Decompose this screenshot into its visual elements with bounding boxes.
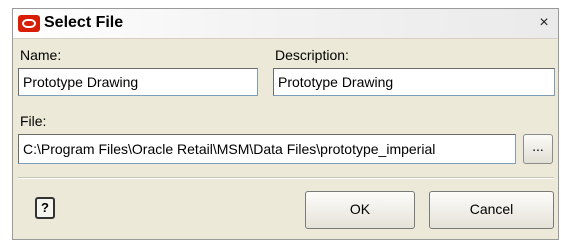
description-field[interactable]: Prototype Drawing: [273, 68, 555, 96]
file-label: File:: [20, 113, 47, 129]
dialog-title: Select File: [44, 14, 124, 31]
divider: [18, 177, 554, 179]
oracle-logo-icon: [18, 15, 40, 32]
name-label: Name:: [20, 47, 62, 63]
ok-button[interactable]: OK: [305, 191, 415, 229]
cancel-button[interactable]: Cancel: [429, 191, 554, 229]
file-path-field[interactable]: C:\Program Files\Oracle Retail\MSM\Data …: [18, 134, 516, 164]
description-label: Description:: [275, 47, 349, 63]
browse-button[interactable]: ...: [523, 134, 553, 164]
close-button[interactable]: ×: [535, 14, 553, 32]
name-field[interactable]: Prototype Drawing: [18, 68, 258, 96]
title-bar[interactable]: Select File ×: [13, 9, 558, 39]
help-icon[interactable]: ?: [35, 197, 55, 219]
select-file-dialog: Select File × Name: Prototype Drawing De…: [12, 8, 559, 240]
